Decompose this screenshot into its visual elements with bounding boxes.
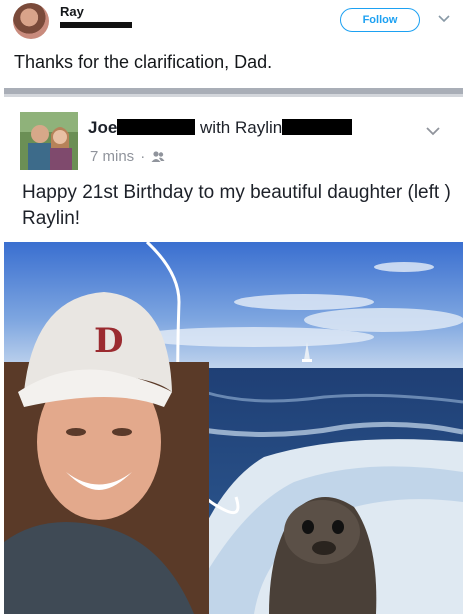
chevron-down-icon[interactable]: [424, 122, 442, 140]
post-text: Happy 21st Birthday to my beautiful daug…: [22, 182, 451, 229]
redacted-surname: [282, 119, 353, 135]
cap-logo: D: [94, 321, 123, 361]
author-first-name[interactable]: Joe: [88, 118, 117, 137]
follow-button[interactable]: Follow: [340, 8, 420, 32]
profile-photo: [20, 112, 78, 170]
redacted-surname: [117, 119, 196, 135]
post-time[interactable]: 7 mins: [90, 148, 134, 165]
post-photo[interactable]: D: [4, 242, 463, 614]
embedded-post: Joe with Raylin 7 mins · Happy 21st Birt…: [4, 88, 463, 614]
redacted-handle: [60, 22, 132, 28]
post-meta: 7 mins ·: [90, 148, 165, 165]
tweet-text: Thanks for the clarification, Dad.: [14, 52, 273, 72]
post-author[interactable]: Joe with Raylin: [88, 118, 353, 138]
tweet-header: Ray Follow: [0, 0, 467, 42]
friends-icon: [151, 151, 165, 162]
author-name[interactable]: Ray: [60, 4, 84, 19]
avatar[interactable]: [13, 3, 49, 39]
meta-separator: ·: [140, 148, 146, 165]
chevron-down-icon[interactable]: [436, 10, 452, 26]
photo-content: D: [4, 242, 463, 614]
with-label[interactable]: with Raylin: [200, 118, 282, 137]
avatar[interactable]: [20, 112, 78, 170]
